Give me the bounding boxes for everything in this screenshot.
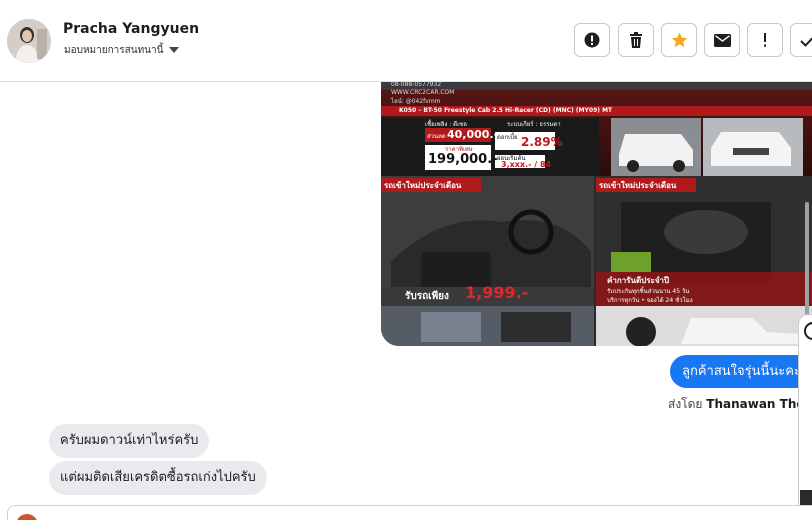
conversation-header: Pracha Yangyuen มอบหมายการสนทนานี้ xyxy=(0,0,812,82)
photo-banner-right: รถเข้าใหม่ประจำเดือน xyxy=(599,181,677,190)
photo-phone-text: 08-088-0577932 xyxy=(391,82,442,88)
photo-website-text: WWW.CRC2CAR.COM xyxy=(391,89,455,96)
contact-avatar[interactable] xyxy=(7,19,51,63)
avatar-ring-icon xyxy=(804,322,812,340)
photo-banner-left: รถเข้าใหม่ประจำเดือน xyxy=(384,181,462,190)
photo-guarantee-line2: บริการทุกวัน • จองได้ 24 ชั่วโมง xyxy=(607,297,693,304)
photo-interest-label: ดอกเบี้ย xyxy=(497,134,518,141)
photo-promo-label: รับรถเพียง xyxy=(405,291,449,302)
sent-by-prefix: ส่งโดย xyxy=(668,397,703,411)
assign-label: มอบหมายการสนทนานี้ xyxy=(64,45,164,56)
photo-discount-label: ส่วนลด xyxy=(427,133,446,140)
sent-by-label: ส่งโดย Thanawan Thon xyxy=(668,395,812,414)
contact-name: Pracha Yangyuen xyxy=(63,21,200,37)
check-icon xyxy=(800,36,812,47)
assign-conversation-dropdown[interactable]: มอบหมายการสนทนานี้ xyxy=(64,43,180,58)
photo-interest-value: 2.89% xyxy=(521,135,563,149)
incoming-message[interactable]: แต่ผมติดเสียเครดิตซื้อรถเก่งไปครับ xyxy=(49,461,267,495)
mark-done-button[interactable] xyxy=(790,23,812,57)
star-button[interactable] xyxy=(661,23,697,57)
delete-button[interactable] xyxy=(618,23,654,57)
photo-model-text: K050 – BT-50 Freestyle Cab 2.5 Hi-Racer … xyxy=(399,107,613,114)
photo-installment-unit: งวด xyxy=(557,163,566,169)
photo-gear-text: ระบบเกียร์ : ธรรมดา xyxy=(507,121,561,128)
trash-icon xyxy=(630,32,642,48)
photo-price-value: 199,000.- xyxy=(428,152,498,167)
spam-button[interactable] xyxy=(574,23,610,57)
exclamation-icon xyxy=(764,33,766,47)
alert-circle-icon xyxy=(584,32,600,48)
follow-up-button[interactable] xyxy=(747,23,783,57)
mail-icon xyxy=(713,33,731,47)
car-advert-image[interactable]: 08-088-0577932 WWW.CRC2CAR.COM ไลน์: @04… xyxy=(381,82,812,346)
photo-promo-value: 1,999.- xyxy=(465,283,529,302)
photo-line-text: ไลน์: @042fvmm xyxy=(391,98,441,105)
incoming-message[interactable]: ครับผมดาวน์เท่าไหร่ครับ xyxy=(49,424,210,458)
star-icon xyxy=(671,32,687,48)
mark-unread-button[interactable] xyxy=(704,23,740,57)
message-thread[interactable]: 08-088-0577932 WWW.CRC2CAR.COM ไลน์: @04… xyxy=(0,82,812,520)
photo-discount-value: 40,000.- xyxy=(447,128,499,141)
sent-by-name: Thanawan Thon xyxy=(706,397,812,411)
outgoing-message[interactable]: ลูกค้าสนใจรุ่นนี้นะคะ xyxy=(670,355,812,388)
caret-down-icon xyxy=(169,47,180,53)
compose-box[interactable] xyxy=(7,505,812,520)
photo-installment-value: 3,xxx.- / 84 xyxy=(501,160,552,169)
